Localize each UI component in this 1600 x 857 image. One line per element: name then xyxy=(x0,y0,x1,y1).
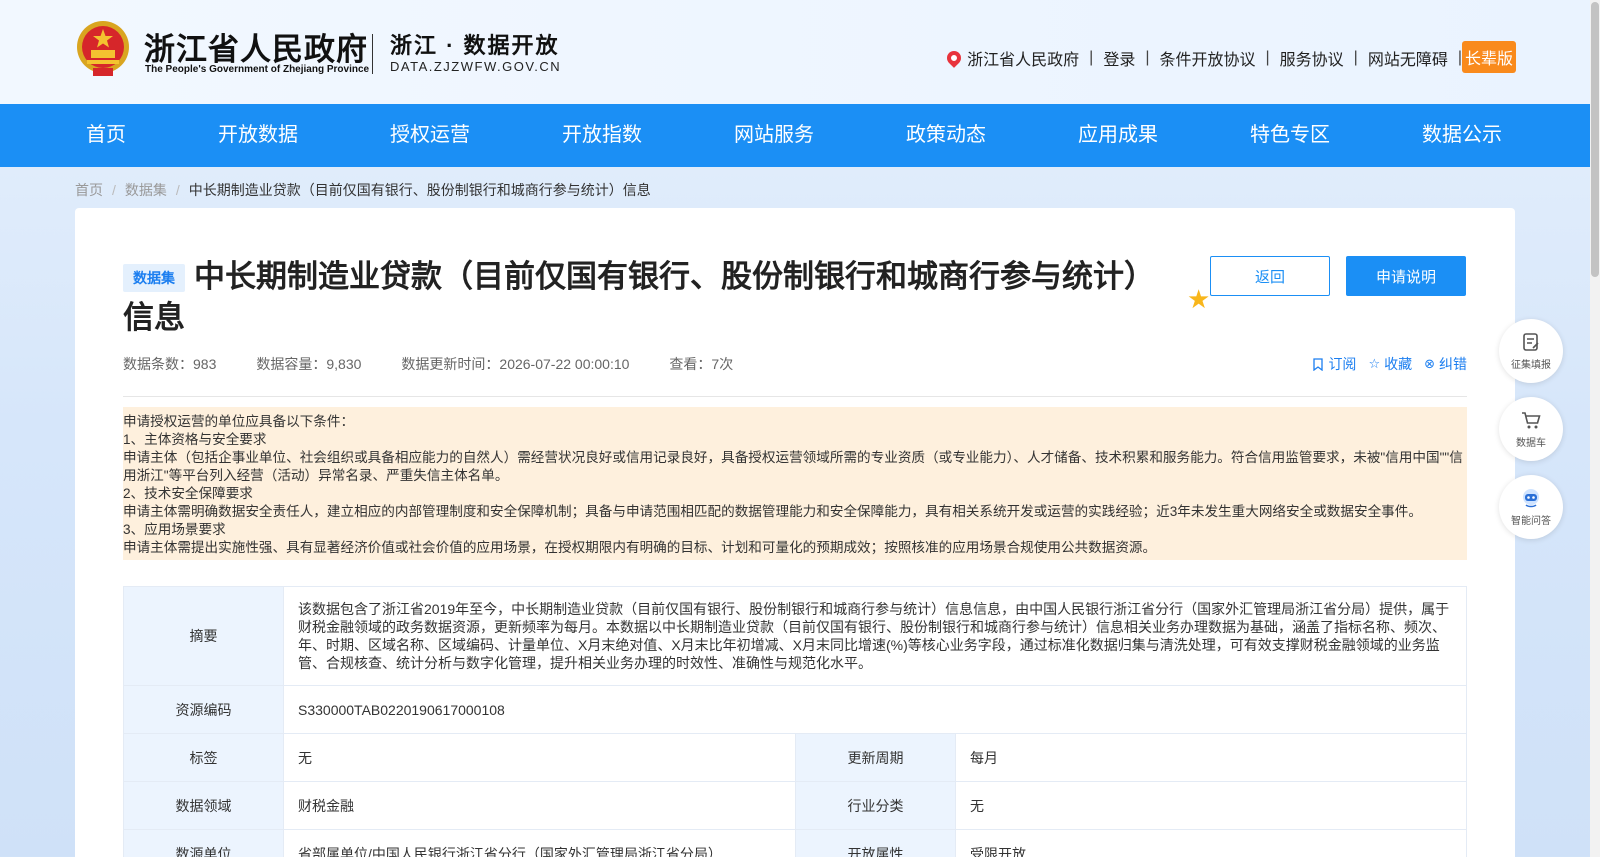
star-icon: ★ xyxy=(1187,284,1211,314)
notice-line: 申请主体需提出实施性强、具有显著经济价值或社会价值的应用场景，在授权期限内有明确… xyxy=(123,540,1157,555)
cart-icon xyxy=(1522,412,1541,429)
meta-records: 数据条数：983 xyxy=(123,356,217,372)
form-edit-icon xyxy=(1523,333,1539,351)
notice-line: 申请主体（包括企事业单位、社会组织或具备相应能力的自然人）需经营状况良好或信用记… xyxy=(123,450,1463,483)
scrollbar-thumb[interactable] xyxy=(1591,2,1599,277)
table-row: 数源单位 省部属单位/中国人民银行浙江省分行（国家外汇管理局浙江省分局） 开放属… xyxy=(123,829,1467,857)
error-circle-icon: ⊗ xyxy=(1424,356,1435,371)
notice-line: 申请授权运营的单位应具备以下条件： xyxy=(123,414,355,429)
table-row: 摘要 该数据包含了浙江省2019年至今，中长期制造业贷款（目前仅国有银行、股份制… xyxy=(123,586,1467,686)
nav-data-disclosure[interactable]: 数据公示 xyxy=(1422,104,1502,167)
separator: | xyxy=(1353,49,1358,66)
abstract-label: 摘要 xyxy=(123,586,284,686)
nav-site-services[interactable]: 网站服务 xyxy=(734,104,814,167)
separator: | xyxy=(1145,49,1150,66)
gov-title: 浙江省人民政府 xyxy=(144,32,368,68)
link-gov-site[interactable]: 浙江省人民政府 xyxy=(967,46,1079,70)
source-unit-label: 数源单位 xyxy=(123,829,284,857)
elder-mode-button[interactable]: 长辈版 xyxy=(1462,41,1516,73)
nav-home[interactable]: 首页 xyxy=(86,104,126,167)
link-login[interactable]: 登录 xyxy=(1103,46,1135,70)
breadcrumb-separator: / xyxy=(112,182,116,198)
industry-value: 无 xyxy=(955,781,1467,830)
data-cart-button[interactable]: 数据车 xyxy=(1499,397,1563,461)
table-row: 标签 无 更新周期 每月 xyxy=(123,733,1467,782)
dataset-card: 中长期制造业贷款（目前仅国有银行、股份制银行和城商行参与统计）信息 数据集 ★ … xyxy=(75,208,1515,857)
link-conditional-agreement[interactable]: 条件开放协议 xyxy=(1159,46,1255,70)
location-pin-icon xyxy=(944,48,965,68)
smart-qa-label: 智能问答 xyxy=(1511,516,1551,527)
dataset-actions: 订阅 ☆ 收藏 ⊗ 纠错 xyxy=(1300,354,1467,374)
industry-label: 行业分类 xyxy=(795,781,956,830)
breadcrumb-current: 中长期制造业贷款（目前仅国有银行、股份制银行和城商行参与统计）信息 xyxy=(188,182,651,198)
link-accessibility[interactable]: 网站无障碍 xyxy=(1368,46,1448,70)
dataset-info-table: 摘要 该数据包含了浙江省2019年至今，中长期制造业贷款（目前仅国有银行、股份制… xyxy=(123,586,1467,857)
data-domain-value: 财税金融 xyxy=(283,781,796,830)
star-outline-icon: ☆ xyxy=(1368,356,1381,371)
back-button[interactable]: 返回 xyxy=(1210,256,1330,296)
data-cart-label: 数据车 xyxy=(1516,438,1546,449)
nav-open-data[interactable]: 开放数据 xyxy=(218,104,298,167)
breadcrumb: 首页 / 数据集 / 中长期制造业贷款（目前仅国有银行、股份制银行和城商行参与统计）信息 xyxy=(75,180,651,200)
robot-icon xyxy=(1523,489,1539,508)
meta-updated: 数据更新时间：2026-07-22 00:00:10 xyxy=(401,356,630,372)
nav-authorized-operation[interactable]: 授权运营 xyxy=(390,104,470,167)
apply-instructions-button[interactable]: 申请说明 xyxy=(1346,256,1466,296)
breadcrumb-separator: / xyxy=(175,182,180,198)
subscribe-label: 订阅 xyxy=(1328,356,1357,372)
main-nav: 首页 开放数据 授权运营 开放指数 网站服务 政策动态 应用成果 特色专区 数据… xyxy=(0,104,1590,167)
bookmark-icon xyxy=(1313,357,1324,371)
report-error-button[interactable]: ⊗ 纠错 xyxy=(1424,354,1467,374)
open-attribute-label: 开放属性 xyxy=(795,829,956,857)
portal-domain: DATA.ZJZWFW.GOV.CN xyxy=(390,59,562,74)
portal-title: 浙江 · 数据开放 xyxy=(390,33,560,58)
notice-line: 1、主体资格与安全要求 xyxy=(123,432,267,447)
nav-policy-news[interactable]: 政策动态 xyxy=(906,104,986,167)
resource-code-label: 资源编码 xyxy=(123,685,284,734)
breadcrumb-home[interactable]: 首页 xyxy=(75,182,103,198)
notice-line: 申请主体需明确数据安全责任人，建立相应的内部管理制度和安全保障机制；具备与申请范… xyxy=(123,504,1422,519)
update-cycle-value: 每月 xyxy=(955,733,1467,782)
open-attribute-value: 受限开放 xyxy=(955,829,1467,857)
meta-capacity: 数据容量：9,830 xyxy=(256,356,362,372)
nav-special-zone[interactable]: 特色专区 xyxy=(1250,104,1330,167)
report-error-label: 纠错 xyxy=(1439,356,1467,372)
nav-open-index[interactable]: 开放指数 xyxy=(562,104,642,167)
favorite-label: 收藏 xyxy=(1384,356,1413,372)
update-cycle-label: 更新周期 xyxy=(795,733,956,782)
source-unit-value: 省部属单位/中国人民银行浙江省分行（国家外汇管理局浙江省分局） xyxy=(283,829,796,857)
nav-app-results[interactable]: 应用成果 xyxy=(1078,104,1158,167)
logo-divider xyxy=(372,34,373,74)
dataset-meta: 数据条数：983 数据容量：9,830 数据更新时间：2026-07-22 00… xyxy=(123,354,773,374)
favorite-button[interactable]: ☆ 收藏 xyxy=(1368,354,1412,374)
data-domain-label: 数据领域 xyxy=(123,781,284,830)
tag-value: 无 xyxy=(283,733,796,782)
notice-line: 2、技术安全保障要求 xyxy=(123,486,253,501)
page-scrollbar[interactable] xyxy=(1590,0,1600,857)
link-service-agreement[interactable]: 服务协议 xyxy=(1280,46,1344,70)
breadcrumb-datasets[interactable]: 数据集 xyxy=(125,182,167,198)
separator: | xyxy=(1089,49,1094,66)
subscribe-button[interactable]: 订阅 xyxy=(1312,354,1356,374)
top-links: 浙江省人民政府 | 登录 | 条件开放协议 | 服务协议 | 网站无障碍 | xyxy=(944,46,1472,70)
meta-views: 查看：7次 xyxy=(669,356,734,372)
dataset-title: 中长期制造业贷款（目前仅国有银行、股份制银行和城商行参与统计）信息 xyxy=(123,259,1155,335)
authorization-notice: 申请授权运营的单位应具备以下条件： 1、主体资格与安全要求 申请主体（包括企事业… xyxy=(123,407,1467,560)
collection-fill-label: 征集填报 xyxy=(1511,360,1551,371)
smart-qa-button[interactable]: 智能问答 xyxy=(1499,475,1563,539)
abstract-value: 该数据包含了浙江省2019年至今，中长期制造业贷款（目前仅国有银行、股份制银行和… xyxy=(283,586,1467,686)
site-header: 浙江省人民政府 The People's Government of Zheji… xyxy=(0,0,1590,104)
national-emblem-icon xyxy=(77,21,129,76)
divider xyxy=(123,396,1467,397)
notice-line: 3、应用场景要求 xyxy=(123,522,226,537)
dataset-type-badge: 数据集 xyxy=(123,264,185,292)
gov-subtitle: The People's Government of Zhejiang Prov… xyxy=(145,64,370,75)
tag-label: 标签 xyxy=(123,733,284,782)
table-row: 数据领域 财税金融 行业分类 无 xyxy=(123,781,1467,830)
resource-code-value: S330000TAB0220190617000108 xyxy=(283,685,1467,734)
separator: | xyxy=(1265,49,1270,66)
collection-fill-button[interactable]: 征集填报 xyxy=(1499,319,1563,383)
table-row: 资源编码 S330000TAB0220190617000108 xyxy=(123,685,1467,734)
